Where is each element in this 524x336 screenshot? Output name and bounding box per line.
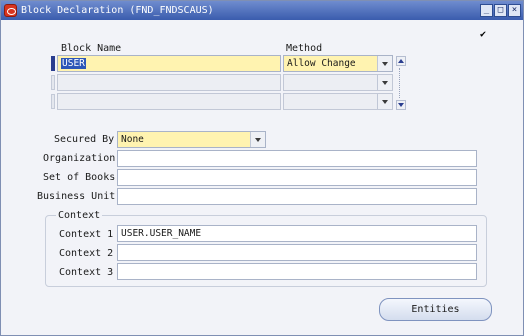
- business-unit-field[interactable]: [117, 188, 477, 205]
- block-list-scrollbar[interactable]: [396, 56, 406, 110]
- context-3-field[interactable]: [117, 263, 477, 280]
- chevron-down-icon[interactable]: [377, 56, 392, 71]
- secured-by-value: None: [121, 134, 144, 145]
- context-1-value: USER.USER_NAME: [121, 228, 202, 239]
- record-indicator[interactable]: [51, 94, 55, 109]
- method-select[interactable]: Allow Change: [283, 55, 393, 72]
- method-select[interactable]: [283, 93, 393, 110]
- title-bar[interactable]: Block Declaration (FND_FNDSCAUS) _ □ ×: [1, 1, 523, 20]
- block-name-field[interactable]: [57, 93, 281, 110]
- method-select[interactable]: [283, 74, 393, 91]
- scroll-down-icon[interactable]: [396, 100, 406, 110]
- record-indicator[interactable]: [51, 75, 55, 90]
- current-record-indicator[interactable]: [51, 56, 55, 71]
- context-3-label: Context 3: [59, 267, 114, 278]
- chevron-down-icon[interactable]: [377, 75, 392, 90]
- context-1-field[interactable]: USER.USER_NAME: [117, 225, 477, 242]
- context-2-field[interactable]: [117, 244, 477, 261]
- set-of-books-label: Set of Books: [43, 172, 116, 183]
- block-name-value: USER: [61, 58, 86, 69]
- checkmark-icon[interactable]: ✔: [478, 30, 488, 40]
- block-declaration-window: Block Declaration (FND_FNDSCAUS) _ □ × ✔…: [0, 0, 524, 336]
- scroll-track[interactable]: [399, 68, 402, 98]
- close-icon[interactable]: ×: [508, 4, 521, 17]
- context-2-label: Context 2: [59, 248, 114, 259]
- entities-button[interactable]: Entities: [379, 298, 492, 321]
- window-title: Block Declaration (FND_FNDSCAUS): [21, 5, 214, 16]
- maximize-icon[interactable]: □: [494, 4, 507, 17]
- block-name-field[interactable]: USER: [57, 55, 281, 72]
- block-name-field[interactable]: [57, 74, 281, 91]
- chevron-down-icon[interactable]: [250, 132, 265, 147]
- scroll-up-icon[interactable]: [396, 56, 406, 66]
- method-value: Allow Change: [287, 58, 356, 69]
- method-column-header: Method: [286, 43, 323, 54]
- block-name-column-header: Block Name: [61, 43, 122, 54]
- organization-label: Organization: [43, 153, 116, 164]
- minimize-icon[interactable]: _: [480, 4, 493, 17]
- context-1-label: Context 1: [59, 229, 114, 240]
- set-of-books-field[interactable]: [117, 169, 477, 186]
- context-group-title: Context: [56, 210, 103, 221]
- chevron-down-icon[interactable]: [377, 94, 392, 109]
- organization-field[interactable]: [117, 150, 477, 167]
- secured-by-select[interactable]: None: [117, 131, 266, 148]
- secured-by-label: Secured By: [54, 134, 115, 145]
- business-unit-label: Business Unit: [37, 191, 116, 202]
- oracle-app-icon: [4, 4, 17, 17]
